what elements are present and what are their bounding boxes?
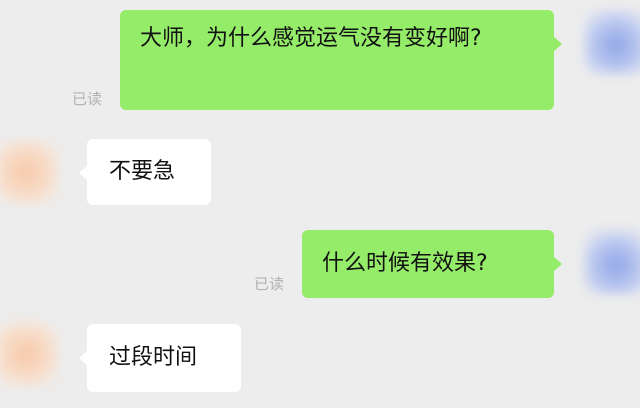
message-bubble-outgoing[interactable]: 大师，为什么感觉运气没有变好啊? (120, 10, 562, 110)
contact-avatar-icon[interactable] (0, 140, 58, 204)
read-status: 已读 (254, 275, 285, 293)
read-status: 已读 (72, 90, 103, 108)
user-avatar-icon[interactable] (584, 10, 640, 74)
user-avatar-icon[interactable] (584, 230, 640, 294)
contact-avatar-icon[interactable] (0, 322, 58, 386)
message-bubble-outgoing[interactable]: 什么时候有效果? (302, 230, 562, 298)
message-bubble-incoming[interactable]: 过段时间 (79, 324, 241, 392)
message-bubble-incoming[interactable]: 不要急 (79, 139, 211, 205)
